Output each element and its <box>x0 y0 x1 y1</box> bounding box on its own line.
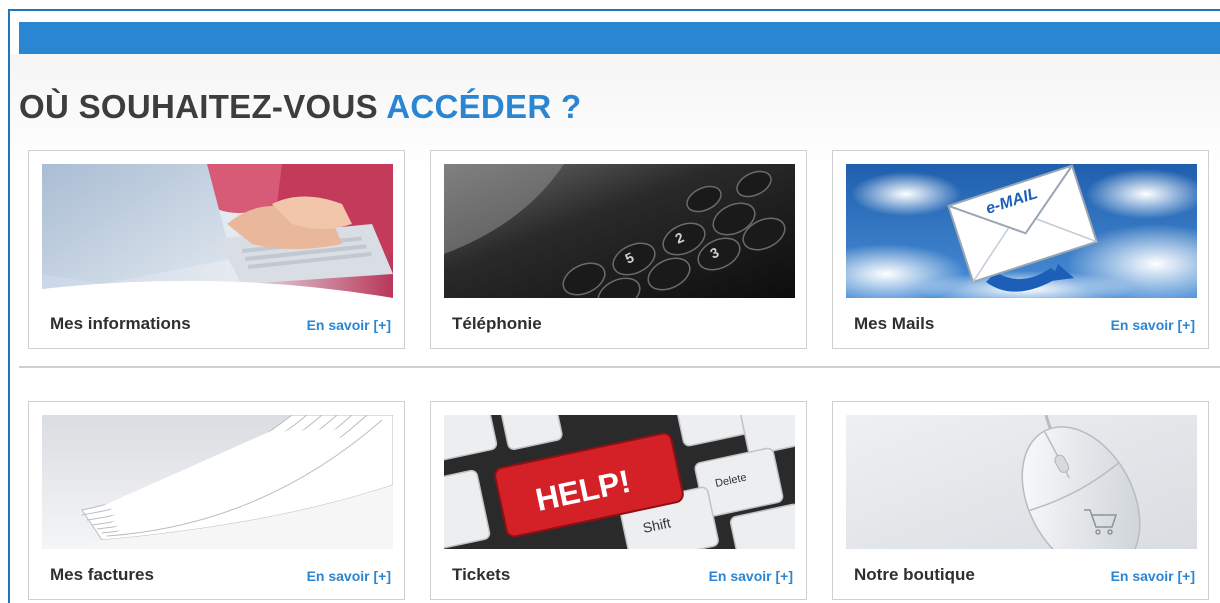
help-key-keyboard-image[interactable]: HELP! Shift Delete <box>444 415 795 549</box>
card-telephonie[interactable]: 5 2 3 Téléphonie <box>430 150 807 349</box>
page-title: OÙ SOUHAITEZ-VOUS ACCÉDER ? <box>19 88 581 126</box>
card-mes-factures[interactable]: Mes factures En savoir [+] <box>28 401 405 600</box>
card-notre-boutique[interactable]: Notre boutique En savoir [+] <box>832 401 1209 600</box>
card-title: Téléphonie <box>452 314 542 333</box>
card-mes-mails[interactable]: e-MAIL Mes Mails En savoir [+] <box>832 150 1209 349</box>
paper-stack-image[interactable] <box>42 415 393 549</box>
email-envelope-image[interactable]: e-MAIL <box>846 164 1197 298</box>
header-bar <box>19 22 1220 54</box>
en-savoir-link[interactable]: En savoir [+] <box>307 568 391 584</box>
en-savoir-link[interactable]: En savoir [+] <box>307 317 391 333</box>
card-tickets[interactable]: HELP! Shift Delete Tickets En savoir [+] <box>430 401 807 600</box>
shopping-mouse-image[interactable] <box>846 415 1197 549</box>
window-frame-top <box>8 9 1220 11</box>
en-savoir-link[interactable]: En savoir [+] <box>1111 568 1195 584</box>
card-title: Mes factures <box>50 565 154 584</box>
section-divider <box>19 366 1220 368</box>
page-title-main: OÙ SOUHAITEZ-VOUS <box>19 88 378 125</box>
card-title: Tickets <box>452 565 511 584</box>
en-savoir-link[interactable]: En savoir [+] <box>1111 317 1195 333</box>
laptop-typing-image[interactable] <box>42 164 393 298</box>
card-title: Mes Mails <box>854 314 935 333</box>
card-mes-informations[interactable]: Mes informations En savoir [+] <box>28 150 405 349</box>
en-savoir-link[interactable]: En savoir [+] <box>709 568 793 584</box>
card-title: Notre boutique <box>854 565 975 584</box>
telephone-keypad-image[interactable]: 5 2 3 <box>444 164 795 298</box>
page-title-accent: ACCÉDER ? <box>386 88 582 125</box>
card-title: Mes informations <box>50 314 191 333</box>
